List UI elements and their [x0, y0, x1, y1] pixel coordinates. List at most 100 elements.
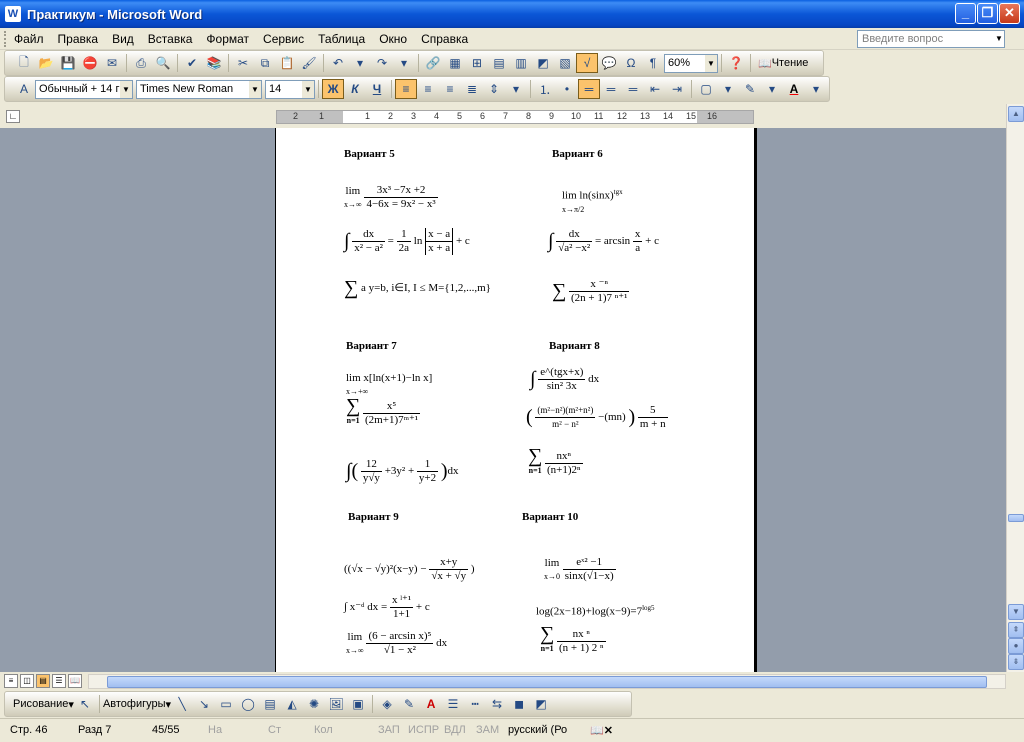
menu-file[interactable]: Файл: [7, 29, 51, 49]
research-icon[interactable]: 📚: [203, 53, 225, 73]
omega-symbol-icon[interactable]: Ω: [620, 53, 642, 73]
clipart-icon[interactable]: 🖼: [325, 694, 347, 714]
wordart-icon[interactable]: ◭: [281, 694, 303, 714]
close-button[interactable]: ✕: [999, 3, 1020, 24]
styles-pane-icon[interactable]: A: [13, 79, 35, 99]
insert-table-icon[interactable]: ⊞: [466, 53, 488, 73]
zoom-arrow-icon[interactable]: ▼: [705, 54, 717, 72]
select-objects-icon[interactable]: ↖: [74, 694, 96, 714]
document-page[interactable]: Вариант 5 Вариант 6 Вариант 7 Вариант 8 …: [275, 128, 757, 672]
print-layout-icon[interactable]: ▤: [36, 674, 50, 688]
menu-help[interactable]: Справка: [414, 29, 475, 49]
fill-color-icon[interactable]: ◈: [376, 694, 398, 714]
horizontal-scroll-thumb[interactable]: [107, 676, 987, 688]
equation-format-icon[interactable]: ═: [578, 79, 600, 99]
redo-icon[interactable]: ↷: [371, 53, 393, 73]
open-icon[interactable]: 📂: [35, 53, 57, 73]
highlight-dropdown-icon[interactable]: ▾: [761, 79, 783, 99]
status-track[interactable]: ИСПР: [408, 724, 439, 736]
document-map-icon[interactable]: ▧: [554, 53, 576, 73]
menu-insert[interactable]: Вставка: [141, 29, 200, 49]
diagram-icon[interactable]: ✺: [303, 694, 325, 714]
line-spacing-icon[interactable]: ⇕: [483, 79, 505, 99]
borders-icon[interactable]: ▢: [695, 79, 717, 99]
tab-selector[interactable]: ∟: [6, 110, 20, 123]
draw-font-color-icon[interactable]: A: [420, 694, 442, 714]
menu-edit[interactable]: Правка: [51, 29, 106, 49]
email-icon[interactable]: ✉: [101, 53, 123, 73]
borders-dropdown-icon[interactable]: ▾: [717, 79, 739, 99]
align-left-icon[interactable]: ≡: [395, 79, 417, 99]
picture-icon[interactable]: ▣: [347, 694, 369, 714]
redo-dropdown-icon[interactable]: ▾: [393, 53, 415, 73]
shadow-icon[interactable]: ◼: [508, 694, 530, 714]
prev-page-icon[interactable]: ⇞: [1008, 622, 1024, 638]
oval-icon[interactable]: ◯: [237, 694, 259, 714]
line-icon[interactable]: ╲: [171, 694, 193, 714]
status-overtype[interactable]: ЗАМ: [476, 724, 499, 736]
bullets-icon[interactable]: •: [556, 79, 578, 99]
line-spacing-dropdown-icon[interactable]: ▾: [505, 79, 527, 99]
read-mode-button[interactable]: 📖 Чтение: [754, 53, 812, 73]
outline-view-icon[interactable]: ☰: [52, 674, 66, 688]
align-center-icon[interactable]: ≡: [417, 79, 439, 99]
3d-style-icon[interactable]: ◩: [530, 694, 552, 714]
columns-icon[interactable]: ▥: [510, 53, 532, 73]
vertical-scrollbar[interactable]: ▲ ▼ ⇞ ● ⇟: [1006, 104, 1024, 672]
menu-window[interactable]: Окно: [372, 29, 414, 49]
font-color-icon[interactable]: A: [783, 79, 805, 99]
drawing-icon[interactable]: ◩: [532, 53, 554, 73]
show-hide-icon[interactable]: ¶: [642, 53, 664, 73]
style-arrow-icon[interactable]: ▼: [120, 80, 132, 98]
help-dropdown-arrow[interactable]: ▼: [993, 30, 1005, 48]
align-right-icon[interactable]: ≡: [439, 79, 461, 99]
size-arrow-icon[interactable]: ▼: [302, 80, 314, 98]
font-arrow-icon[interactable]: ▼: [249, 80, 261, 98]
rectangle-icon[interactable]: ▭: [215, 694, 237, 714]
minimize-button[interactable]: _: [955, 3, 976, 24]
increase-indent-icon[interactable]: ⇥: [666, 79, 688, 99]
fraction-icon[interactable]: ═: [600, 79, 622, 99]
arrow-style-icon[interactable]: ⇆: [486, 694, 508, 714]
style-combo[interactable]: Обычный + 14 г ▼: [35, 79, 133, 99]
italic-button[interactable]: К: [344, 79, 366, 99]
zoom-combo[interactable]: 60% ▼: [664, 53, 718, 73]
horizontal-ruler[interactable]: 2 1 1 2 3 4 5 6 7 8 9 10 11 12 13 14 15 …: [276, 110, 754, 124]
menu-table[interactable]: Таблица: [311, 29, 372, 49]
word-app-icon[interactable]: W: [5, 6, 21, 22]
next-page-icon[interactable]: ⇟: [1008, 654, 1024, 670]
print-preview-icon[interactable]: 🔍: [152, 53, 174, 73]
dash-style-icon[interactable]: ┅: [464, 694, 486, 714]
arrow-icon[interactable]: ↘: [193, 694, 215, 714]
line-style-icon[interactable]: ☰: [442, 694, 464, 714]
normal-view-icon[interactable]: ≡: [4, 674, 18, 688]
format-painter-icon[interactable]: 🖌: [298, 53, 320, 73]
highlight-icon[interactable]: ✎: [739, 79, 761, 99]
maximize-button[interactable]: ❐: [977, 3, 998, 24]
help-search-input[interactable]: Введите вопрос: [857, 30, 1005, 48]
permission-icon[interactable]: ⛔: [79, 53, 101, 73]
paste-icon[interactable]: 📋: [276, 53, 298, 73]
copy-icon[interactable]: ⧉: [254, 53, 276, 73]
double-line-icon[interactable]: ═: [622, 79, 644, 99]
comment-icon[interactable]: 💬: [598, 53, 620, 73]
decrease-indent-icon[interactable]: ⇤: [644, 79, 666, 99]
draw-menu[interactable]: Рисование: [13, 698, 68, 710]
tables-borders-icon[interactable]: ▦: [444, 53, 466, 73]
cut-icon[interactable]: ✂: [232, 53, 254, 73]
underline-button[interactable]: Ч: [366, 79, 388, 99]
menu-view[interactable]: Вид: [105, 29, 141, 49]
font-size-combo[interactable]: 14 ▼: [265, 79, 315, 99]
scroll-thumb[interactable]: [1008, 514, 1024, 522]
spelling-icon[interactable]: ✔: [181, 53, 203, 73]
spelling-status-icon[interactable]: 📖✕: [590, 724, 613, 737]
formula-editor-icon[interactable]: √: [576, 53, 598, 73]
save-icon[interactable]: 💾: [57, 53, 79, 73]
undo-icon[interactable]: ↶: [327, 53, 349, 73]
insert-excel-icon[interactable]: ▤: [488, 53, 510, 73]
reading-view-icon[interactable]: 📖: [68, 674, 82, 688]
status-rec[interactable]: ЗАП: [378, 724, 400, 736]
numbering-icon[interactable]: ⒈: [534, 79, 556, 99]
font-color-dropdown-icon[interactable]: ▾: [805, 79, 827, 99]
menu-tools[interactable]: Сервис: [256, 29, 311, 49]
